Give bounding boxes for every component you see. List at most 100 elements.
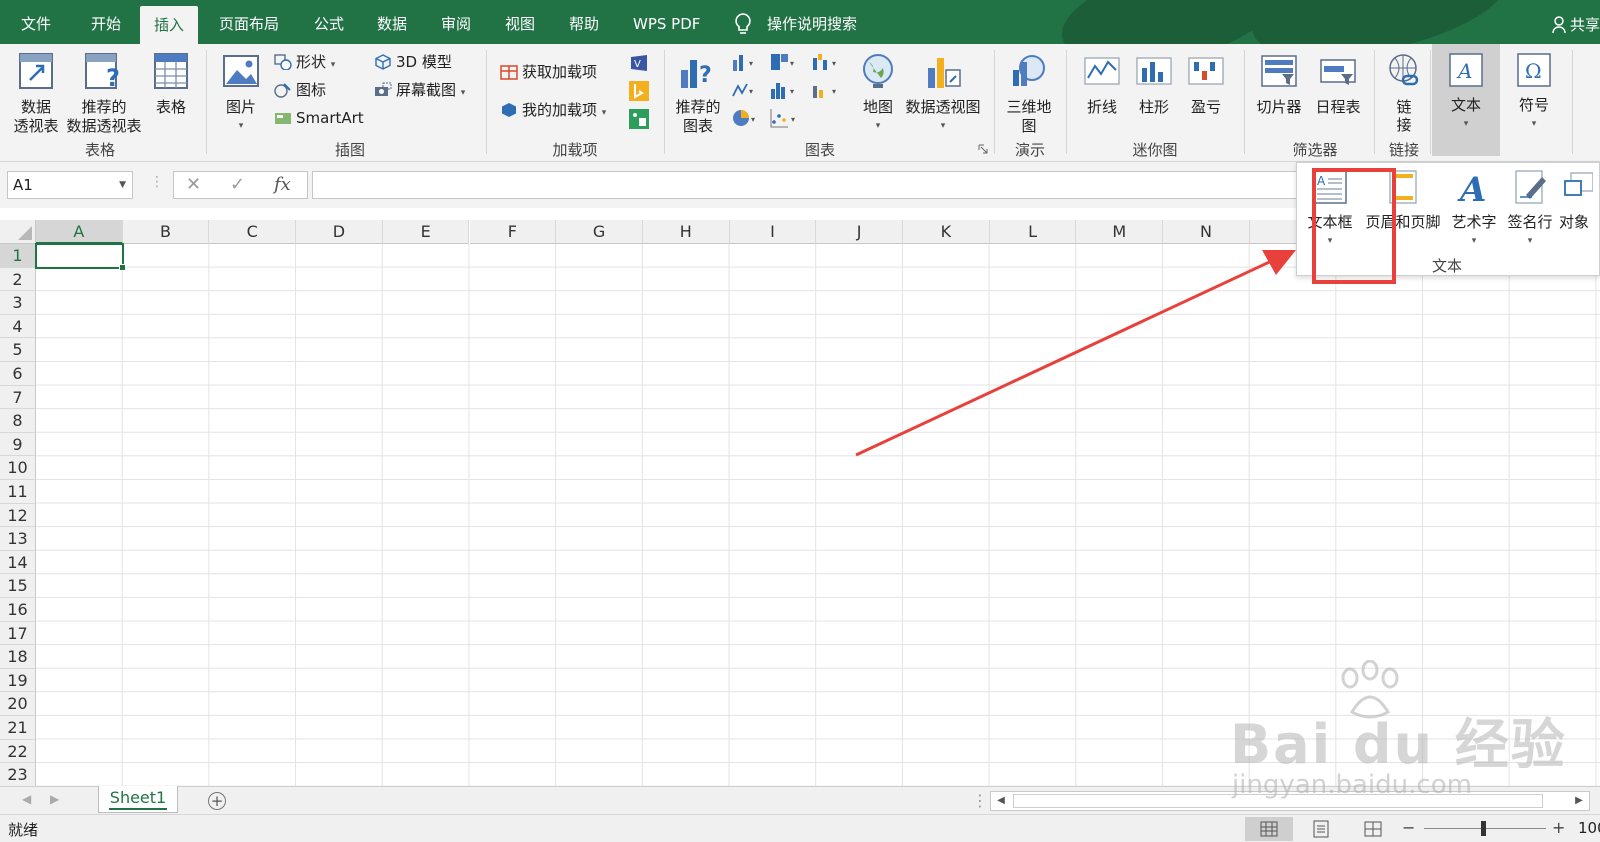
sparkline-line-button[interactable]: 折线 <box>1080 52 1124 117</box>
cancel-icon[interactable]: ✕ <box>186 174 201 195</box>
pictures-button[interactable]: 图片 ▾ <box>216 52 266 136</box>
column-header[interactable]: N <box>1163 220 1250 244</box>
row-header[interactable]: 8 <box>0 409 36 433</box>
tab-help[interactable]: 帮助 <box>569 0 599 44</box>
dialog-launcher-icon[interactable] <box>978 144 988 154</box>
row-header[interactable]: 22 <box>0 739 36 764</box>
tab-home[interactable]: 开始 <box>91 0 121 44</box>
column-header[interactable]: G <box>556 220 643 244</box>
column-chart-icon[interactable]: ▾ <box>732 52 762 72</box>
row-header[interactable]: 7 <box>0 385 36 410</box>
row-header[interactable]: 18 <box>0 645 36 669</box>
row-header[interactable]: 5 <box>0 338 36 362</box>
select-all-corner[interactable] <box>0 220 36 244</box>
bing-icon[interactable] <box>628 80 650 102</box>
column-header[interactable]: A <box>36 220 123 244</box>
page-layout-view-button[interactable] <box>1297 817 1345 841</box>
screenshot-button[interactable]: 屏幕截图 ▾ <box>374 80 465 103</box>
icons-button[interactable]: 图标 <box>274 80 326 100</box>
3d-models-button[interactable]: 3D 模型 <box>374 52 452 72</box>
column-header[interactable]: L <box>989 220 1077 244</box>
3d-map-button[interactable]: 三维地 图 <box>1002 52 1056 136</box>
tab-file[interactable]: 文件 <box>21 0 51 44</box>
tab-data[interactable]: 数据 <box>377 0 407 44</box>
people-graph-icon[interactable] <box>628 108 650 130</box>
pie-chart-icon[interactable]: ▾ <box>732 108 762 128</box>
scroll-left-arrow-icon[interactable]: ◀ <box>991 792 1011 810</box>
tab-formulas[interactable]: 公式 <box>314 0 344 44</box>
object-button[interactable]: 对象 <box>1559 169 1600 232</box>
zoom-out-button[interactable]: − <box>1402 818 1415 837</box>
row-header[interactable]: 23 <box>0 763 36 787</box>
recommended-pivottables-button[interactable]: ? 推荐的 数据透视表 <box>66 52 142 136</box>
name-box[interactable]: A1 ▼ <box>7 171 133 199</box>
row-header[interactable]: 9 <box>0 432 36 457</box>
pivottable-button[interactable]: 数据 透视表 <box>8 52 64 136</box>
insert-function-icon[interactable]: fx <box>274 174 291 195</box>
row-header[interactable]: 15 <box>0 574 36 598</box>
column-header[interactable]: D <box>296 220 383 244</box>
tab-view[interactable]: 视图 <box>505 0 535 44</box>
column-header[interactable]: M <box>1076 220 1164 244</box>
slicer-button[interactable]: 切片器 <box>1252 52 1306 117</box>
scroll-right-icon[interactable]: ▶ <box>50 792 59 806</box>
normal-view-button[interactable] <box>1245 817 1293 841</box>
splitter-icon[interactable]: ⋮ <box>972 791 988 810</box>
lightbulb-icon[interactable] <box>733 12 753 36</box>
column-header[interactable]: J <box>816 220 903 244</box>
row-header[interactable]: 20 <box>0 692 36 716</box>
line-chart-icon[interactable]: ▾ <box>732 80 762 100</box>
statistic-chart-icon[interactable]: ▾ <box>770 80 804 100</box>
text-button[interactable]: A 文本 ▾ <box>1440 52 1492 134</box>
row-header[interactable]: 14 <box>0 550 36 575</box>
tell-me-search[interactable]: 操作说明搜索 <box>767 0 857 44</box>
shapes-button[interactable]: 形状 ▾ <box>274 52 335 75</box>
sparkline-winloss-button[interactable]: 盈亏 <box>1184 52 1228 117</box>
smartart-button[interactable]: SmartArt <box>274 108 364 128</box>
formula-input[interactable] <box>312 171 1312 199</box>
tab-insert[interactable]: 插入 <box>140 6 199 44</box>
row-header[interactable]: 17 <box>0 621 36 646</box>
row-header[interactable]: 1 <box>0 244 36 268</box>
column-header[interactable]: C <box>209 220 297 244</box>
column-header[interactable]: K <box>903 220 990 244</box>
sheet-tab-sheet1[interactable]: Sheet1 <box>98 786 178 813</box>
signature-line-button[interactable]: 签名行 ▾ <box>1503 169 1557 251</box>
row-header[interactable]: 11 <box>0 480 36 504</box>
row-header[interactable]: 4 <box>0 314 36 339</box>
row-header[interactable]: 21 <box>0 716 36 740</box>
tab-wps-pdf[interactable]: WPS PDF <box>633 0 700 44</box>
row-header[interactable]: 16 <box>0 598 36 622</box>
pivotchart-button[interactable]: 数据透视图 ▾ <box>902 52 984 136</box>
maps-button[interactable]: 地图 ▾ <box>858 52 898 136</box>
symbols-button[interactable]: Ω 符号 ▾ <box>1508 52 1560 134</box>
row-header[interactable]: 3 <box>0 291 36 315</box>
hierarchy-chart-icon[interactable]: ▾ <box>770 52 804 72</box>
row-header[interactable]: 10 <box>0 456 36 480</box>
scroll-left-icon[interactable]: ◀ <box>22 792 31 806</box>
timeline-button[interactable]: 日程表 <box>1310 52 1366 117</box>
row-header[interactable]: 19 <box>0 668 36 693</box>
link-button[interactable]: 链 接 <box>1384 52 1424 134</box>
row-header[interactable]: 13 <box>0 527 36 551</box>
cell-area[interactable] <box>36 244 1600 790</box>
zoom-slider-thumb[interactable] <box>1481 821 1486 836</box>
my-addins-button[interactable]: 我的加载项 ▾ <box>500 100 606 123</box>
column-header[interactable]: B <box>122 220 210 244</box>
horizontal-scrollbar[interactable]: ◀ ▶ <box>990 791 1590 811</box>
page-break-view-button[interactable] <box>1349 817 1397 841</box>
sparkline-column-button[interactable]: 柱形 <box>1132 52 1176 117</box>
get-addins-button[interactable]: 获取加载项 <box>500 62 597 82</box>
active-cell-a1[interactable] <box>35 243 126 271</box>
tab-review[interactable]: 审阅 <box>441 0 471 44</box>
column-header[interactable]: F <box>469 220 557 244</box>
recommended-charts-button[interactable]: ? 推荐的 图表 <box>672 52 724 136</box>
visio-icon[interactable]: V <box>628 52 650 74</box>
wordart-button[interactable]: A 艺术字 ▾ <box>1447 169 1501 251</box>
zoom-level[interactable]: 100% <box>1578 819 1600 837</box>
combo-chart-icon[interactable]: ▾ <box>812 80 846 100</box>
tab-page-layout[interactable]: 页面布局 <box>219 0 279 44</box>
enter-icon[interactable]: ✓ <box>230 174 245 195</box>
table-button[interactable]: 表格 <box>146 52 196 117</box>
column-header[interactable]: H <box>642 220 730 244</box>
